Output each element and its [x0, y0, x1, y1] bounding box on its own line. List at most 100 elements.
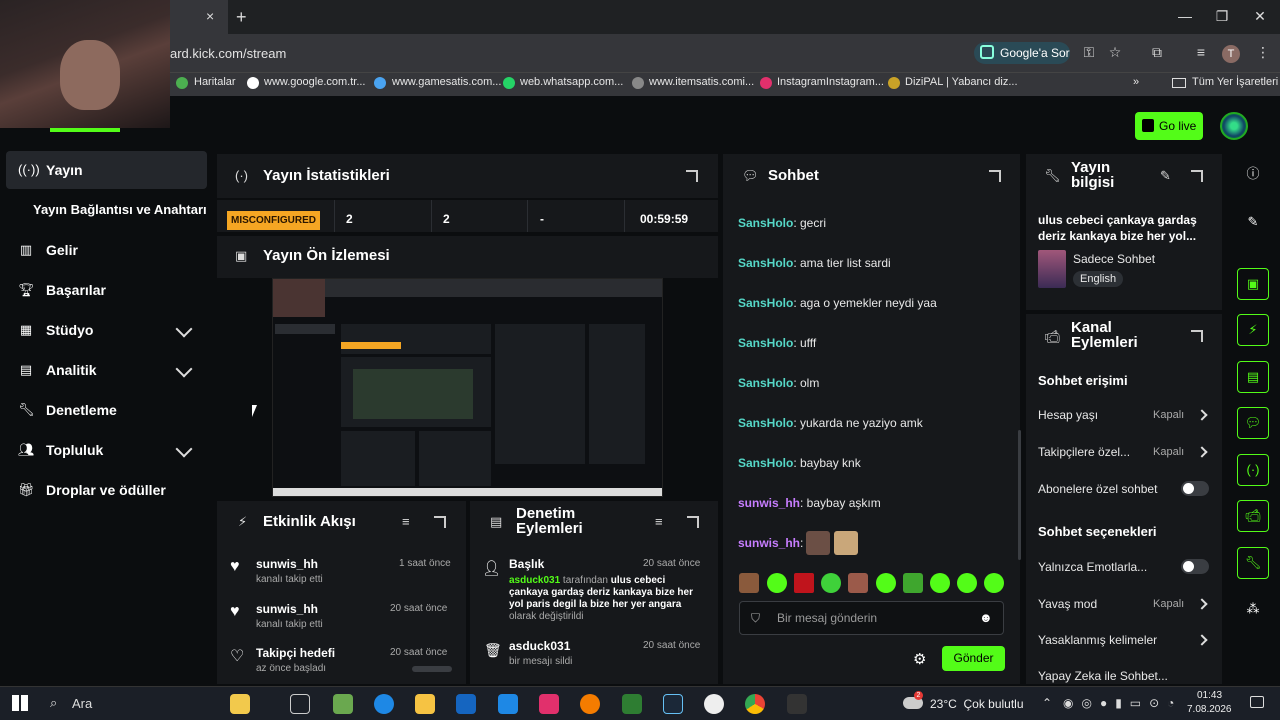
emote[interactable] — [957, 573, 977, 593]
steam-icon[interactable] — [663, 694, 683, 714]
activity-user[interactable]: Takipçi hedefi — [256, 646, 335, 660]
extensions-icon[interactable]: ⧉ — [1148, 44, 1166, 62]
menu-icon[interactable]: ⋮ — [1254, 44, 1272, 62]
expand-icon[interactable] — [1191, 330, 1203, 342]
sidebar-item-droplar[interactable]: Droplar ve ödüller — [6, 471, 207, 509]
chat-username[interactable]: sunwis_hh — [738, 496, 800, 510]
bookmark-item[interactable]: DiziPAL | Yabancı diz... — [905, 76, 1018, 88]
emote[interactable] — [794, 573, 814, 593]
document-icon[interactable]: ▤ — [1237, 361, 1269, 393]
expand-icon[interactable] — [686, 170, 698, 182]
expand-icon[interactable] — [687, 516, 699, 528]
sidebar-item-stream-key[interactable]: Yayın Bağlantısı ve Anahtarı — [6, 191, 207, 229]
chrome-icon[interactable] — [745, 694, 765, 714]
expand-icon[interactable] — [1191, 170, 1203, 182]
setting-label[interactable]: Yavaş mod — [1038, 597, 1097, 611]
clock-date[interactable]: 7.08.2026 — [1187, 704, 1232, 715]
copilot-icon[interactable] — [230, 694, 250, 714]
password-key-icon[interactable]: ⚿ — [1080, 44, 1098, 62]
sidebar-item-basarilar[interactable]: Başarılar — [6, 271, 207, 309]
lightning-icon[interactable]: ⚡︎ — [1237, 314, 1269, 346]
search-icon[interactable]: ⌕ — [50, 695, 57, 711]
broadcast-icon[interactable]: (·) — [1237, 454, 1269, 486]
mod-user[interactable]: asduck031 — [509, 575, 560, 586]
bookmark-star-icon[interactable]: ☆ — [1106, 44, 1124, 62]
activity-user[interactable]: sunwis_hh — [256, 557, 318, 571]
category-name[interactable]: Sadece Sohbet — [1073, 252, 1155, 266]
tray-chevron-icon[interactable]: ⌃ — [1042, 696, 1052, 710]
file-explorer-icon[interactable] — [415, 694, 435, 714]
mod-head[interactable]: asduck031 — [509, 639, 570, 653]
emote[interactable] — [767, 573, 787, 593]
windows-start-icon[interactable] — [12, 695, 28, 711]
filter-icon[interactable]: ≡ — [402, 514, 410, 529]
reading-list-icon[interactable]: ≡ — [1192, 44, 1210, 62]
setting-label[interactable]: Hesap yaşı — [1038, 408, 1098, 422]
emote[interactable] — [739, 573, 759, 593]
sidebar-item-gelir[interactable]: Gelir — [6, 231, 207, 269]
setting-label[interactable]: Takipçilere özel... — [1038, 445, 1130, 459]
edge-icon[interactable] — [374, 694, 394, 714]
expand-icon[interactable] — [434, 516, 446, 528]
app-icon[interactable] — [622, 694, 642, 714]
clock-time[interactable]: 01:43 — [1197, 690, 1222, 701]
edit-icon[interactable]: ✎ — [1160, 168, 1171, 184]
info-icon[interactable]: ⓘ — [1237, 159, 1269, 191]
soundcloud-icon[interactable] — [580, 694, 600, 714]
chat-scrollbar[interactable] — [1018, 430, 1021, 560]
emote[interactable] — [984, 573, 1004, 593]
emote[interactable] — [834, 531, 858, 555]
chat-username[interactable]: SansHolo — [738, 336, 793, 350]
emote-only-toggle[interactable] — [1181, 559, 1209, 574]
emote[interactable] — [903, 573, 923, 593]
edit-icon[interactable]: ✎ — [1237, 207, 1269, 239]
bookmark-item[interactable]: www.itemsatis.comi... — [649, 76, 754, 88]
bookmark-item[interactable]: web.whatsapp.com... — [520, 76, 623, 88]
chat-username[interactable]: SansHolo — [738, 376, 793, 390]
tray-icons[interactable]: ◉◎●▮▭⊙◔ — [1063, 696, 1182, 710]
profile-avatar[interactable]: T — [1222, 45, 1240, 63]
emote[interactable] — [821, 573, 841, 593]
emote[interactable] — [806, 531, 830, 555]
tab-close-icon[interactable]: × — [206, 8, 220, 26]
chat-username[interactable]: SansHolo — [738, 216, 793, 230]
subscribers-only-toggle[interactable] — [1181, 481, 1209, 496]
url-field[interactable]: ard.kick.com/stream — [170, 46, 286, 61]
category-thumbnail[interactable] — [1038, 250, 1066, 288]
taskbar-search[interactable]: Ara — [72, 696, 92, 711]
stream-preview[interactable] — [272, 278, 663, 497]
gear-icon[interactable]: ⚙ — [913, 650, 926, 668]
stats-icon[interactable]: ▣ — [1237, 268, 1269, 300]
more-bookmarks-button[interactable]: » — [1133, 76, 1139, 88]
bookmark-item[interactable]: Haritalar — [194, 76, 236, 88]
app-icon[interactable] — [704, 694, 724, 714]
maximize-button[interactable]: ❐ — [1212, 8, 1232, 25]
setting-label[interactable]: Yapay Zeka ile Sohbet... — [1038, 669, 1168, 683]
outlook-icon[interactable] — [498, 694, 518, 714]
task-view-icon[interactable] — [290, 694, 310, 714]
new-tab-button[interactable]: + — [236, 7, 247, 28]
bookmark-item[interactable]: www.google.com.tr... — [264, 76, 366, 88]
minecraft-icon[interactable] — [333, 694, 353, 714]
notification-icon[interactable] — [1250, 696, 1264, 708]
filter-icon[interactable]: ≡ — [655, 514, 663, 529]
setting-label[interactable]: Yasaklanmış kelimeler — [1038, 633, 1157, 647]
more-actions-icon[interactable]: ⁂ — [1237, 594, 1269, 626]
emoji-icon[interactable]: ☻ — [979, 610, 993, 625]
emote[interactable] — [848, 573, 868, 593]
chat-icon[interactable]: 💬︎ — [1237, 407, 1269, 439]
close-window-button[interactable]: ✕ — [1250, 8, 1270, 25]
camera-icon[interactable]: 📹︎ — [1237, 500, 1269, 532]
chat-username[interactable]: SansHolo — [738, 256, 793, 270]
chat-username[interactable]: SansHolo — [738, 456, 793, 470]
weather-text[interactable]: 23°C Çok bulutlu — [930, 697, 1024, 711]
store-icon[interactable] — [456, 694, 476, 714]
wrench-icon[interactable]: 🔧︎ — [1237, 547, 1269, 579]
bookmark-item[interactable]: www.gamesatis.com... — [392, 76, 501, 88]
app-icon[interactable] — [787, 694, 807, 714]
chat-username[interactable]: SansHolo — [738, 296, 793, 310]
emote[interactable] — [930, 573, 950, 593]
all-bookmarks-button[interactable]: Tüm Yer İşaretleri — [1192, 76, 1278, 88]
emote[interactable] — [876, 573, 896, 593]
expand-icon[interactable] — [989, 170, 1001, 182]
